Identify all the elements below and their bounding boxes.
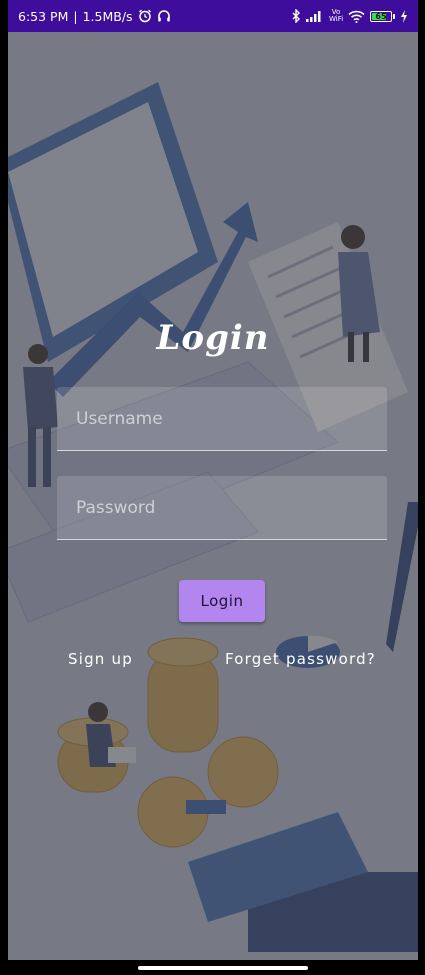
headset-icon xyxy=(157,9,171,23)
charging-icon xyxy=(400,9,408,23)
username-input[interactable] xyxy=(57,387,387,450)
status-time: 6:53 PM xyxy=(18,8,69,24)
vowifi-icon: Vo WiFi xyxy=(329,8,344,23)
password-input[interactable] xyxy=(57,476,387,539)
battery-level: 65 xyxy=(375,11,387,21)
signal-icon xyxy=(306,10,324,22)
status-speed: 1.5MB/s xyxy=(82,8,133,24)
status-right: Vo WiFi 65 xyxy=(291,9,408,23)
home-indicator[interactable] xyxy=(138,966,308,970)
app-screen: 6:53 PM | 1.5MB/s Vo WiFi 65 Login Usern… xyxy=(8,0,418,960)
wifi-icon xyxy=(348,10,365,23)
status-bar: 6:53 PM | 1.5MB/s Vo WiFi 65 xyxy=(8,0,418,32)
alarm-icon xyxy=(138,9,152,23)
battery-icon: 65 xyxy=(370,10,395,22)
signup-link[interactable]: Sign up xyxy=(68,650,133,668)
bluetooth-icon xyxy=(291,9,301,23)
password-field[interactable] xyxy=(57,476,387,540)
login-button[interactable]: Login xyxy=(179,580,265,622)
status-left: 6:53 PM | 1.5MB/s xyxy=(18,9,171,24)
forget-password-link[interactable]: Forget password? xyxy=(225,650,376,668)
login-title: Login xyxy=(156,318,270,358)
username-field[interactable] xyxy=(57,387,387,451)
status-separator: | xyxy=(73,8,78,24)
